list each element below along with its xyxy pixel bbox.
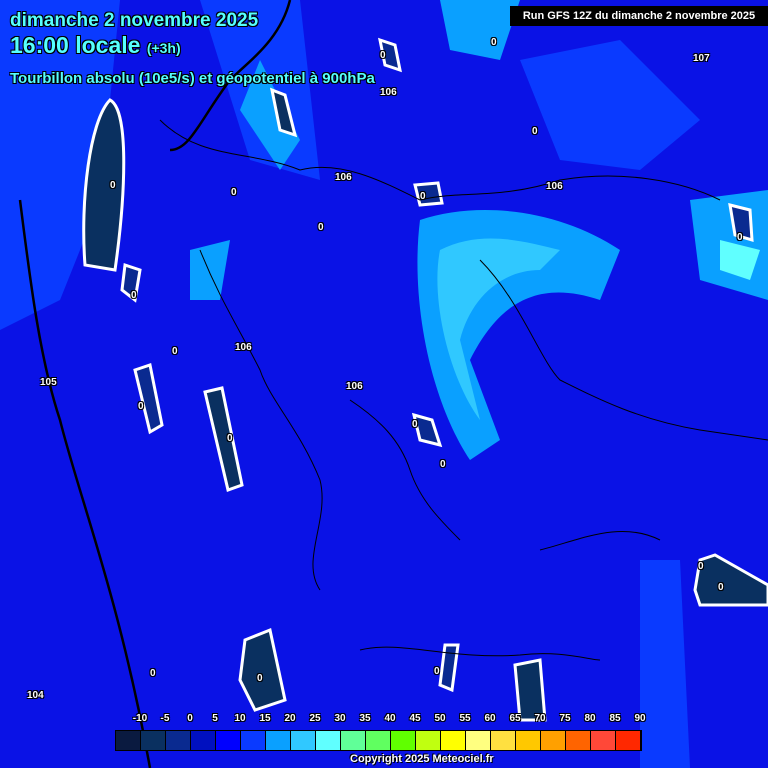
legend-tick-label: 10	[234, 713, 246, 724]
vorticity-label: 0	[380, 50, 386, 61]
legend-swatch	[116, 731, 141, 750]
vorticity-label: 0	[532, 126, 538, 137]
geopotential-label: 106	[546, 181, 563, 192]
legend-tick-label: -5	[160, 713, 170, 724]
legend-swatch	[141, 731, 166, 750]
legend-swatch	[416, 731, 441, 750]
legend-swatch	[541, 731, 566, 750]
geopotential-label: 107	[693, 53, 710, 64]
legend-tick-label: 55	[459, 713, 471, 724]
legend-tick-label: 70	[534, 713, 546, 724]
legend-swatch	[566, 731, 591, 750]
legend-swatch	[591, 731, 616, 750]
legend-swatch	[266, 731, 291, 750]
legend-tick-label: 35	[359, 713, 371, 724]
legend-ticks: -10 -5 0 5 10 15 20 25 30 35 40 45 50 55 60 65 70 75 80 85 9…	[0, 713, 768, 727]
legend-tick-label: 40	[384, 713, 396, 724]
vorticity-label: 0	[698, 561, 704, 572]
legend-tick-label: -10	[132, 713, 148, 724]
forecast-step: (+3h)	[146, 40, 181, 56]
legend-tick-label: 20	[284, 713, 296, 724]
legend-tick-label: 65	[509, 713, 521, 724]
legend-tick-label: 80	[584, 713, 596, 724]
legend-swatch	[291, 731, 316, 750]
vorticity-label: 0	[110, 180, 116, 191]
vorticity-label: 0	[131, 290, 137, 301]
legend-swatch	[466, 731, 491, 750]
legend-swatch	[441, 731, 466, 750]
geopotential-label: 106	[380, 87, 397, 98]
forecast-date: dimanche 2 novembre 2025	[10, 10, 259, 31]
vorticity-label: 0	[172, 346, 178, 357]
legend-swatch	[616, 731, 641, 750]
legend-tick-label: 30	[334, 713, 346, 724]
legend-swatch	[516, 731, 541, 750]
legend-swatch	[341, 731, 366, 750]
vorticity-label: 0	[138, 401, 144, 412]
copyright: Copyright 2025 Meteociel.fr	[350, 753, 494, 765]
legend-swatch	[216, 731, 241, 750]
vorticity-label: 0	[231, 187, 237, 198]
legend-tick-label: 25	[309, 713, 321, 724]
vorticity-field	[0, 0, 768, 768]
legend-swatch	[391, 731, 416, 750]
legend-swatch	[491, 731, 516, 750]
legend-tick-label: 5	[212, 713, 218, 724]
geopotential-label: 106	[335, 172, 352, 183]
legend-tick-label: 0	[187, 713, 193, 724]
legend-swatch	[241, 731, 266, 750]
legend-tick-label: 15	[259, 713, 271, 724]
variable-title: Tourbillon absolu (10e5/s) et géopotenti…	[10, 70, 375, 87]
legend-tick-label: 60	[484, 713, 496, 724]
run-info: Run GFS 12Z du dimanche 2 novembre 2025	[510, 6, 768, 26]
legend-tick-label: 45	[409, 713, 421, 724]
weather-map: dimanche 2 novembre 2025 16:00 locale (+…	[0, 0, 768, 768]
forecast-time: 16:00 locale (+3h)	[10, 32, 181, 59]
vorticity-label: 0	[227, 433, 233, 444]
geopotential-label: 104	[27, 690, 44, 701]
legend-swatch	[166, 731, 191, 750]
legend-swatch	[191, 731, 216, 750]
geopotential-label: 105	[40, 377, 57, 388]
legend-tick-label: 75	[559, 713, 571, 724]
geopotential-label: 106	[235, 342, 252, 353]
vorticity-label: 0	[737, 232, 743, 243]
legend-tick-label: 50	[434, 713, 446, 724]
legend-swatch	[316, 731, 341, 750]
legend-tick-label: 90	[634, 713, 646, 724]
vorticity-label: 0	[434, 666, 440, 677]
vorticity-label: 0	[257, 673, 263, 684]
legend-tick-label: 85	[609, 713, 621, 724]
legend-swatch	[366, 731, 391, 750]
vorticity-label: 0	[718, 582, 724, 593]
vorticity-label: 0	[440, 459, 446, 470]
color-legend	[115, 730, 642, 751]
vorticity-label: 0	[420, 191, 426, 202]
vorticity-label: 0	[318, 222, 324, 233]
vorticity-label: 0	[150, 668, 156, 679]
vorticity-label: 0	[412, 419, 418, 430]
vorticity-label: 0	[491, 37, 497, 48]
geopotential-label: 106	[346, 381, 363, 392]
local-time: 16:00 locale	[10, 32, 141, 58]
